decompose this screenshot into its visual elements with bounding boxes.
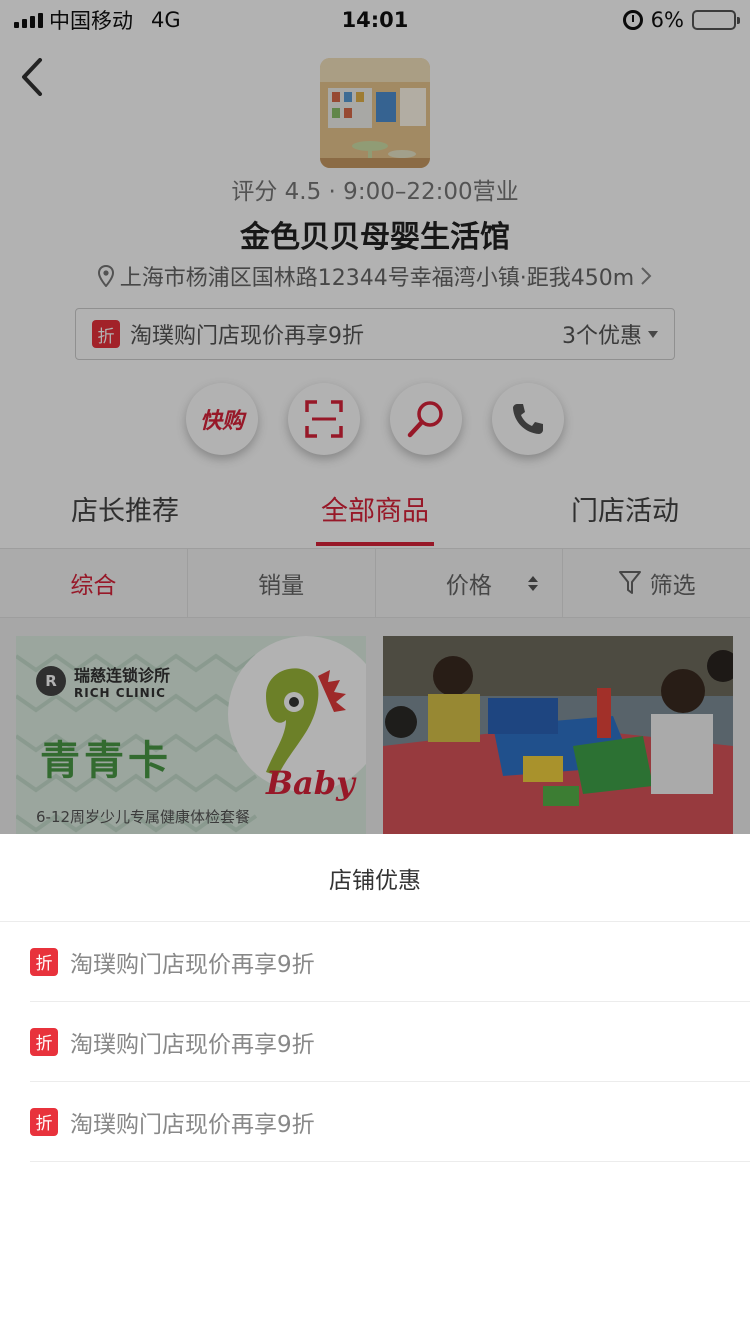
offer-item[interactable]: 折 淘璞购门店现价再享9折 xyxy=(30,1002,750,1082)
store-tabs: 店长推荐 全部商品 门店活动 xyxy=(0,470,750,546)
promo-count-dropdown[interactable]: 3个优惠 xyxy=(562,318,658,350)
store-offers-sheet: 店铺优惠 折 淘璞购门店现价再享9折 折 淘璞购门店现价再享9折 折 淘璞购门店… xyxy=(0,834,750,1334)
phone-icon xyxy=(513,404,543,434)
search-button[interactable] xyxy=(390,383,462,455)
sort-price-label: 价格 xyxy=(445,573,492,599)
baby-logo: Baby xyxy=(266,764,355,802)
product-card[interactable] xyxy=(383,636,733,836)
clinic-name-en: RICH CLINIC xyxy=(74,686,166,700)
offer-text: 淘璞购门店现价再享9折 xyxy=(70,951,315,978)
location-pin-icon xyxy=(97,265,114,287)
sort-arrows-icon xyxy=(528,575,539,591)
product-card[interactable]: R 瑞慈连锁诊所 RICH CLINIC 青青卡 Baby 6-12周岁少儿专属… xyxy=(16,636,366,836)
sheet-title: 店铺优惠 xyxy=(0,834,750,922)
discount-badge: 折 xyxy=(30,1027,58,1056)
discount-badge: 折 xyxy=(92,320,120,348)
promo-text: 淘璞购门店现价再享9折 xyxy=(130,324,364,349)
tab-store-events[interactable]: 门店活动 xyxy=(500,470,750,546)
clinic-name: 瑞慈连锁诊所 xyxy=(74,666,171,685)
caret-down-icon xyxy=(648,330,658,338)
alarm-icon xyxy=(622,10,643,30)
sort-price[interactable]: 价格 xyxy=(376,549,564,617)
store-address-text: 上海市杨浦区国林路12344号幸福湾小镇·距我450m xyxy=(119,266,635,291)
quick-buy-label: 快购 xyxy=(199,409,244,434)
discount-badge: 折 xyxy=(30,947,58,976)
filter-label: 筛选 xyxy=(649,573,696,599)
tab-manager-picks[interactable]: 店长推荐 xyxy=(0,470,250,546)
filter-icon xyxy=(618,571,641,594)
clinic-brand: R 瑞慈连锁诊所 RICH CLINIC xyxy=(36,662,170,700)
product-photo xyxy=(383,636,733,836)
filter-button[interactable]: 筛选 xyxy=(563,549,750,617)
scan-button[interactable] xyxy=(288,383,360,455)
quick-buy-button[interactable]: 快购 xyxy=(186,383,258,455)
battery-icon xyxy=(692,10,740,30)
product-caption: 6-12周岁少儿专属健康体检套餐 xyxy=(36,808,251,826)
clinic-logo: R xyxy=(36,666,66,696)
call-button[interactable] xyxy=(492,383,564,455)
promo-count-label: 3个优惠 xyxy=(562,324,642,349)
store-photo xyxy=(320,58,430,168)
promo-banner[interactable]: 折 淘璞购门店现价再享9折 3个优惠 xyxy=(75,308,675,360)
product-title: 青青卡 xyxy=(40,738,172,784)
discount-badge: 折 xyxy=(30,1107,58,1136)
status-bar: 中国移动 4G 14:01 6% xyxy=(0,0,750,40)
sort-bar: 综合 销量 价格 筛选 xyxy=(0,548,750,618)
product-grid: R 瑞慈连锁诊所 RICH CLINIC 青青卡 Baby 6-12周岁少儿专属… xyxy=(0,618,750,836)
offer-text: 淘璞购门店现价再享9折 xyxy=(70,1031,315,1058)
store-rating-hours: 评分 4.5 · 9:00–22:00营业 xyxy=(231,179,519,205)
back-button[interactable] xyxy=(14,52,50,102)
chevron-left-icon xyxy=(22,58,42,96)
store-name: 金色贝贝母婴生活馆 xyxy=(240,220,510,255)
tab-all-products[interactable]: 全部商品 xyxy=(250,470,500,546)
scan-icon xyxy=(305,400,343,438)
chevron-right-icon xyxy=(641,267,652,285)
sort-comprehensive[interactable]: 综合 xyxy=(0,549,188,617)
offer-text: 淘璞购门店现价再享9折 xyxy=(70,1111,315,1138)
offer-item[interactable]: 折 淘璞购门店现价再享9折 xyxy=(30,1082,750,1162)
store-address-link[interactable]: 上海市杨浦区国林路12344号幸福湾小镇·距我450m xyxy=(0,260,750,292)
search-icon xyxy=(407,401,443,438)
offer-item[interactable]: 折 淘璞购门店现价再享9折 xyxy=(30,922,750,1002)
sort-sales[interactable]: 销量 xyxy=(188,549,376,617)
